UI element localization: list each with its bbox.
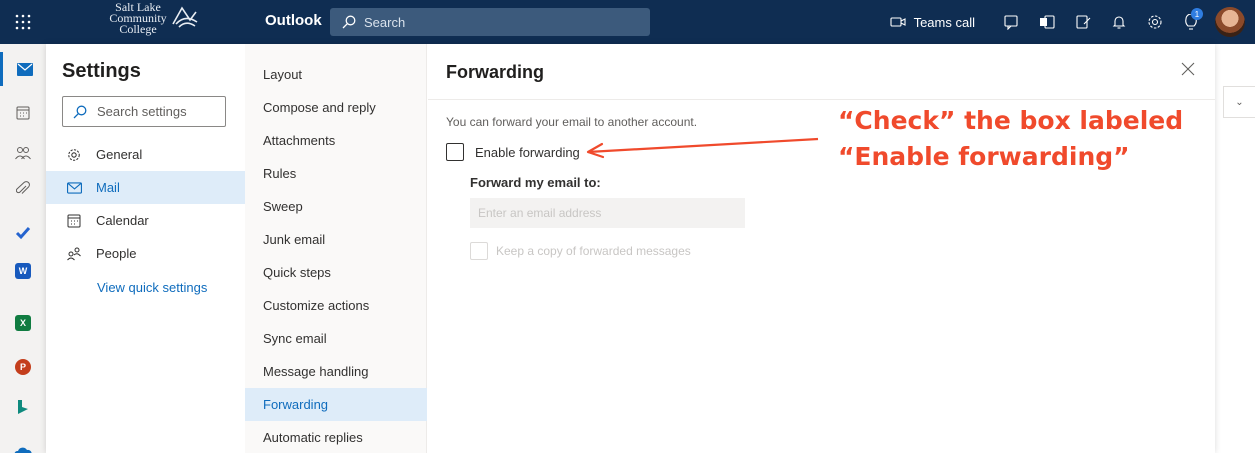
excel-app-icon[interactable]: X — [0, 306, 46, 340]
logo-mark-icon — [172, 6, 198, 28]
category-mail-label: Mail — [96, 180, 120, 195]
nav-rules[interactable]: Rules — [245, 157, 427, 190]
my-day-icon[interactable] — [993, 0, 1029, 44]
forward-to-label: Forward my email to: — [470, 175, 601, 190]
attachment-app-icon[interactable] — [0, 172, 46, 206]
teams-call-button[interactable]: Teams call — [890, 15, 975, 30]
settings-categories: Settings Search settings General Mail Ca… — [46, 44, 245, 453]
search-icon — [342, 15, 356, 29]
powerpoint-app-icon[interactable]: P — [0, 350, 46, 384]
chevron-down-icon[interactable]: ⌄ — [1223, 86, 1255, 118]
calendar-app-icon[interactable] — [0, 96, 46, 130]
keep-copy-row[interactable]: Keep a copy of forwarded messages — [470, 242, 691, 260]
category-people-label: People — [96, 246, 137, 261]
bookings-app-icon[interactable] — [0, 390, 46, 424]
category-people[interactable]: People — [46, 237, 245, 270]
annotation-line-1: “Check” the box labeled — [838, 106, 1184, 135]
top-bar: Salt Lake Community College Outlook Sear… — [0, 0, 1255, 44]
notification-badge: 1 — [1191, 8, 1203, 20]
mail-icon — [66, 181, 82, 194]
nav-message-handling[interactable]: Message handling — [245, 355, 427, 388]
compose-icon[interactable] — [1065, 0, 1101, 44]
close-icon[interactable] — [1181, 62, 1197, 78]
nav-sweep[interactable]: Sweep — [245, 190, 427, 223]
nav-automatic-replies[interactable]: Automatic replies — [245, 421, 427, 453]
search-box[interactable]: Search — [330, 8, 650, 36]
nav-layout[interactable]: Layout — [245, 58, 427, 91]
avatar[interactable] — [1215, 7, 1245, 37]
nav-quick-steps[interactable]: Quick steps — [245, 256, 427, 289]
teams-call-label: Teams call — [913, 14, 975, 30]
divider — [428, 99, 1215, 100]
logo-text: Salt Lake Community College — [109, 0, 167, 36]
mail-background: ⌄ — [1215, 44, 1255, 453]
gear-icon — [66, 148, 82, 162]
annotation-text: “Check” the box labeled “Enable forwardi… — [838, 103, 1198, 175]
category-general[interactable]: General — [46, 138, 245, 171]
keep-copy-label: Keep a copy of forwarded messages — [496, 244, 691, 258]
calendar-icon — [66, 214, 82, 228]
category-calendar[interactable]: Calendar — [46, 204, 245, 237]
category-calendar-label: Calendar — [96, 213, 149, 228]
app-launcher-icon[interactable] — [0, 0, 46, 44]
nav-junk-email[interactable]: Junk email — [245, 223, 427, 256]
forwarding-title: Forwarding — [446, 62, 544, 82]
category-general-label: General — [96, 147, 143, 162]
onedrive-app-icon[interactable] — [0, 434, 46, 453]
app-name[interactable]: Outlook — [265, 12, 322, 29]
annotation-line-2: “Enable forwarding” — [838, 142, 1130, 171]
word-app-icon[interactable]: W — [0, 254, 46, 288]
app-rail: W X P — [0, 44, 46, 453]
todo-app-icon[interactable] — [0, 216, 46, 250]
lightbulb-icon[interactable]: 1 — [1173, 0, 1209, 44]
view-quick-settings-link[interactable]: View quick settings — [97, 280, 207, 295]
nav-sync-email[interactable]: Sync email — [245, 322, 427, 355]
mail-app-icon[interactable] — [0, 52, 46, 86]
nav-forwarding[interactable]: Forwarding — [245, 388, 427, 421]
category-mail[interactable]: Mail — [46, 171, 245, 204]
annotation-arrow — [586, 137, 819, 159]
video-icon — [890, 17, 906, 27]
settings-search-input[interactable]: Search settings — [62, 96, 226, 127]
gear-icon[interactable] — [1137, 0, 1173, 44]
people-app-icon[interactable] — [0, 136, 46, 170]
word-icon[interactable] — [1029, 0, 1065, 44]
enable-forwarding-checkbox[interactable] — [446, 143, 464, 161]
keep-copy-checkbox[interactable] — [470, 242, 488, 260]
search-icon — [73, 105, 87, 119]
forward-email-input[interactable]: Enter an email address — [470, 198, 745, 228]
forwarding-description: You can forward your email to another ac… — [446, 115, 698, 129]
settings-search-placeholder: Search settings — [97, 104, 187, 119]
nav-compose-and-reply[interactable]: Compose and reply — [245, 91, 427, 124]
bell-icon[interactable] — [1101, 0, 1137, 44]
enable-forwarding-row[interactable]: Enable forwarding — [446, 143, 580, 161]
settings-title: Settings — [62, 60, 141, 82]
enable-forwarding-label[interactable]: Enable forwarding — [475, 145, 580, 160]
mail-settings-nav: Layout Compose and reply Attachments Rul… — [245, 44, 427, 453]
nav-attachments[interactable]: Attachments — [245, 124, 427, 157]
search-placeholder: Search — [364, 14, 406, 30]
people-icon — [66, 247, 82, 261]
nav-customize-actions[interactable]: Customize actions — [245, 289, 427, 322]
college-logo[interactable]: Salt Lake Community College — [100, 0, 200, 40]
